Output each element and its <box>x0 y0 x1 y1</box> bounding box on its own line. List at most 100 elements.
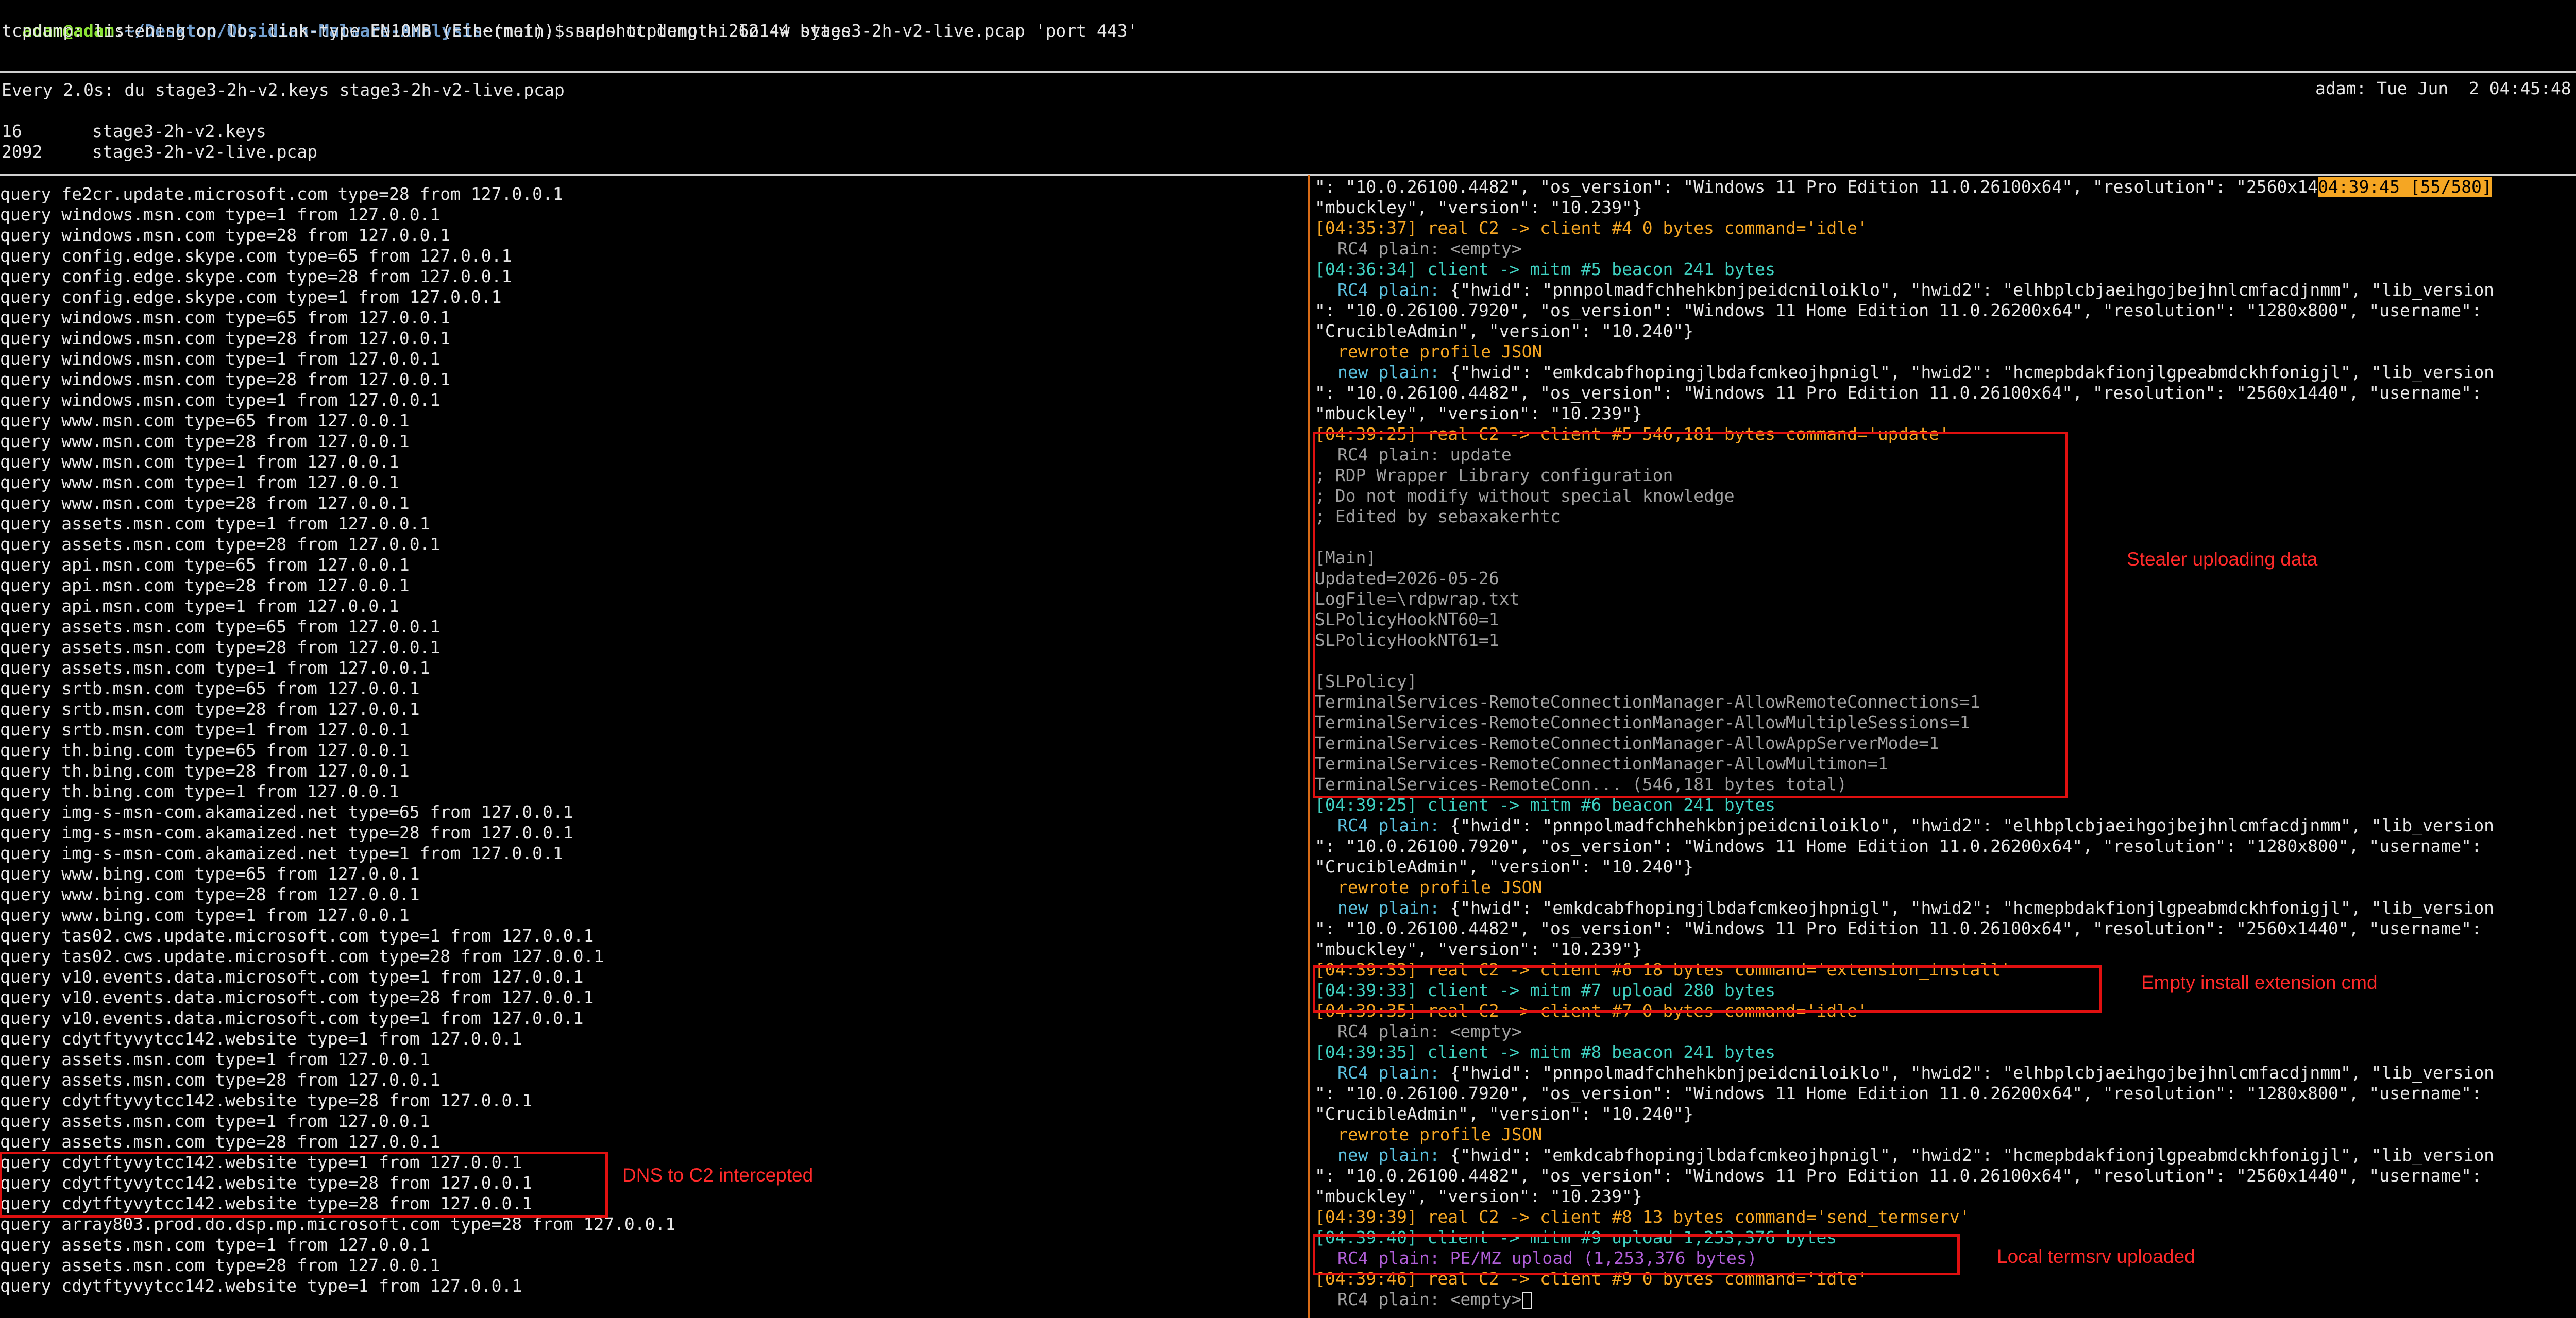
dns-query-line: query assets.msn.com type=28 from 127.0.… <box>0 534 440 554</box>
log-line-text: {"hwid": "pnnpolmadfchhehkbnjpeidcniloik… <box>1450 815 2495 835</box>
dns-query-line: query cdytftyvytcc142.website type=28 fr… <box>0 1090 533 1110</box>
log-line: ": "10.0.26100.7920", "os_version": "Win… <box>1315 1083 2576 1104</box>
dns-query-line: query config.edge.skype.com type=28 from… <box>0 266 512 286</box>
dns-query-line: query config.edge.skype.com type=65 from… <box>0 246 512 266</box>
log-line-label: new plain: <box>1337 1145 1450 1165</box>
dns-query-line: query th.bing.com type=28 from 127.0.0.1 <box>0 761 410 781</box>
dns-query-line: query img-s-msn-com.akamaized.net type=1… <box>0 843 563 863</box>
dns-query-line: query windows.msn.com type=1 from 127.0.… <box>0 349 440 369</box>
dns-query-pane[interactable]: query fe2cr.update.microsoft.com type=28… <box>0 184 1303 1317</box>
log-line: new plain: {"hwid": "emkdcabfhopingjlbda… <box>1315 898 2576 918</box>
log-line-label: new plain: <box>1337 362 1450 382</box>
log-line-text: ": "10.0.26100.7920", "os_version": "Win… <box>1315 300 2482 320</box>
log-line: rewrote profile JSON <box>1315 341 2576 362</box>
dns-query-line: query assets.msn.com type=65 from 127.0.… <box>0 617 440 637</box>
dns-query-line: query api.msn.com type=28 from 127.0.0.1 <box>0 575 410 595</box>
top-pane-separator <box>0 71 2576 73</box>
log-line: "mbuckley", "version": "10.239"} <box>1315 403 2576 424</box>
dns-query-line: query www.msn.com type=1 from 127.0.0.1 <box>0 452 399 472</box>
watch-header: Every 2.0s: du stage3-2h-v2.keys stage3-… <box>2 80 565 100</box>
stealer-annotation-label: Stealer uploading data <box>2127 549 2318 570</box>
log-line-text: rewrote profile JSON <box>1337 877 1543 897</box>
log-line-text: ": "10.0.26100.4482", "os_version": "Win… <box>1315 1166 2482 1186</box>
dns-query-line: query th.bing.com type=65 from 127.0.0.1 <box>0 740 410 760</box>
vertical-pane-separator <box>1308 175 1310 1318</box>
log-line: ": "10.0.26100.4482", "os_version": "Win… <box>1315 1166 2576 1186</box>
dns-query-line: query srtb.msn.com type=28 from 127.0.0.… <box>0 699 420 719</box>
log-line: RC4 plain: {"hwid": "pnnpolmadfchhehkbnj… <box>1315 280 2576 300</box>
log-line-text: RC4 plain: <empty> <box>1337 238 1522 259</box>
log-line: RC4 plain: <empty> <box>1315 1289 2576 1310</box>
dns-query-line: query www.msn.com type=28 from 127.0.0.1 <box>0 493 410 513</box>
log-line: ": "10.0.26100.4482", "os_version": "Win… <box>1315 383 2576 403</box>
log-line: "CrucibleAdmin", "version": "10.240"} <box>1315 1104 2576 1124</box>
log-line: RC4 plain: {"hwid": "pnnpolmadfchhehkbnj… <box>1315 815 2576 836</box>
watch-row-file: stage3-2h-v2.keys <box>92 121 266 141</box>
log-line-text: [04:35:37] real C2 -> client #4 0 bytes … <box>1315 218 1868 238</box>
watch-row-file: stage3-2h-v2-live.pcap <box>92 142 318 162</box>
watch-host-time: adam: Tue Jun 2 04:45:48 2026 <box>2315 78 2571 98</box>
log-line: new plain: {"hwid": "emkdcabfhopingjlbda… <box>1315 1145 2576 1166</box>
dns-query-line: query v10.events.data.microsoft.com type… <box>0 967 584 987</box>
watch-row: 2092 stage3-2h-v2-live.pcap <box>2 142 317 162</box>
log-line: [04:35:37] real C2 -> client #4 0 bytes … <box>1315 218 2576 238</box>
middle-pane-separator <box>0 174 2576 176</box>
log-line-label: RC4 plain: <box>1337 815 1450 835</box>
log-line-label: RC4 plain: <box>1337 280 1450 300</box>
log-line-text: {"hwid": "pnnpolmadfchhehkbnjpeidcniloik… <box>1450 280 2495 300</box>
extension-annotation-box <box>1313 965 2102 1013</box>
dns-query-line: query assets.msn.com type=1 from 127.0.0… <box>0 1235 430 1255</box>
dns-query-line: query windows.msn.com type=28 from 127.0… <box>0 328 451 348</box>
dns-query-line: query windows.msn.com type=28 from 127.0… <box>0 225 451 245</box>
log-line-text: "CrucibleAdmin", "version": "10.240"} <box>1315 857 1694 877</box>
dns-query-line: query config.edge.skype.com type=1 from … <box>0 287 502 307</box>
terminal-cursor <box>1521 1291 1532 1309</box>
log-line: "mbuckley", "version": "10.239"} <box>1315 197 2576 218</box>
log-line: [04:39:35] client -> mitm #8 beacon 241 … <box>1315 1042 2576 1063</box>
log-line-label: new plain: <box>1337 898 1450 918</box>
log-line-text: [04:39:39] real C2 -> client #8 13 bytes… <box>1315 1207 1970 1227</box>
log-line-text: RC4 plain: <empty> <box>1337 1021 1522 1041</box>
dns-query-line: query v10.events.data.microsoft.com type… <box>0 1008 584 1028</box>
log-line: ": "10.0.26100.4482", "os_version": "Win… <box>1315 177 2576 197</box>
dns-query-line: query img-s-msn-com.akamaized.net type=6… <box>0 802 573 822</box>
log-line-text: RC4 plain: <empty> <box>1337 1289 1522 1309</box>
dns-query-line: query windows.msn.com type=28 from 127.0… <box>0 369 451 389</box>
tcpdump-status: tcpdump: listening on lo, link-type EN10… <box>2 21 852 41</box>
dns-query-line: query srtb.msn.com type=1 from 127.0.0.1 <box>0 720 410 740</box>
dns-query-line: query assets.msn.com type=28 from 127.0.… <box>0 637 440 657</box>
log-line: RC4 plain: <empty> <box>1315 1021 2576 1042</box>
log-line-text: "CrucibleAdmin", "version": "10.240"} <box>1315 1104 1694 1124</box>
log-line: "CrucibleAdmin", "version": "10.240"} <box>1315 321 2576 341</box>
log-line: [04:36:34] client -> mitm #5 beacon 241 … <box>1315 259 2576 280</box>
log-line-text: {"hwid": "emkdcabfhopingjlbdafcmkeojhpni… <box>1450 1145 2495 1165</box>
dns-query-line: query assets.msn.com type=1 from 127.0.0… <box>0 1049 430 1069</box>
dns-query-line: query www.bing.com type=28 from 127.0.0.… <box>0 884 420 904</box>
watch-row-size: 2092 <box>2 142 43 162</box>
log-line-text: "mbuckley", "version": "10.239"} <box>1315 197 1642 217</box>
stealer-annotation-box <box>1313 432 2068 798</box>
dns-query-line: query www.bing.com type=1 from 127.0.0.1 <box>0 905 410 925</box>
dns-query-line: query assets.msn.com type=28 from 127.0.… <box>0 1255 440 1275</box>
dns-query-line: query www.bing.com type=65 from 127.0.0.… <box>0 864 420 884</box>
dns-query-line: query windows.msn.com type=1 from 127.0.… <box>0 390 440 410</box>
dns-query-line: query windows.msn.com type=65 from 127.0… <box>0 307 451 328</box>
log-line: rewrote profile JSON <box>1315 877 2576 898</box>
log-line-text: [04:36:34] client -> mitm #5 beacon 241 … <box>1315 259 1776 279</box>
log-line: "mbuckley", "version": "10.239"} <box>1315 1186 2576 1207</box>
log-line: "CrucibleAdmin", "version": "10.240"} <box>1315 857 2576 877</box>
watch-row-size: 16 <box>2 121 22 141</box>
dns-annotation-label: DNS to C2 intercepted <box>622 1165 814 1186</box>
log-line: "mbuckley", "version": "10.239"} <box>1315 939 2576 960</box>
dns-query-line: query assets.msn.com type=1 from 127.0.0… <box>0 513 430 534</box>
dns-query-line: query www.msn.com type=28 from 127.0.0.1 <box>0 431 410 451</box>
extension-annotation-label: Empty install extension cmd <box>2141 972 2378 993</box>
log-line: new plain: {"hwid": "emkdcabfhopingjlbda… <box>1315 362 2576 383</box>
dns-annotation-box <box>0 1152 608 1218</box>
log-line-text: {"hwid": "emkdcabfhopingjlbdafcmkeojhpni… <box>1450 362 2495 382</box>
log-line-text: ": "10.0.26100.4482", "os_version": "Win… <box>1315 918 2482 938</box>
dns-query-line: query img-s-msn-com.akamaized.net type=2… <box>0 823 573 843</box>
termsrv-annotation-label: Local termsrv uploaded <box>1997 1246 2195 1267</box>
log-line: ": "10.0.26100.7920", "os_version": "Win… <box>1315 836 2576 857</box>
log-line: rewrote profile JSON <box>1315 1124 2576 1145</box>
